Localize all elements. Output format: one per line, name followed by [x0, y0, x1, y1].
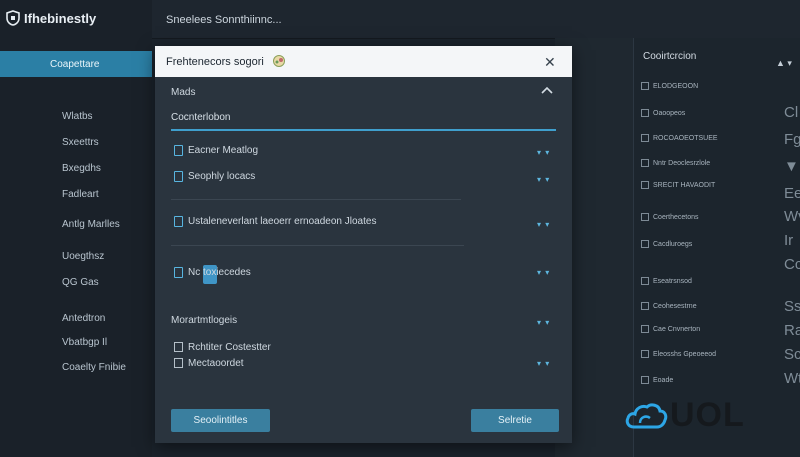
right-panel-row[interactable]: Eoade — [641, 376, 673, 384]
right-panel-row[interactable]: Cacdluroegs — [641, 240, 692, 248]
right-panel-glyph: Ee — [784, 185, 800, 202]
sidebar-item-active[interactable]: Coapettare — [0, 51, 152, 77]
row-chevron-icon[interactable]: ▾ ▾ — [537, 318, 550, 327]
sidebar-item[interactable]: Coaelty Fnibie — [62, 362, 126, 373]
right-panel-row[interactable]: Oaoopeos — [641, 109, 685, 117]
section-heading: Mads — [171, 87, 196, 98]
row-icon — [641, 134, 649, 142]
right-panel-row[interactable]: Nntr Deoclesrzlole — [641, 159, 710, 167]
right-panel-row[interactable]: Eseatrsnsod — [641, 277, 692, 285]
right-panel-row[interactable]: SRECIT HAVAODIT — [641, 181, 715, 189]
list-item-label[interactable]: Eacner Meatlog — [188, 145, 258, 156]
list-item-label[interactable]: Ustaleneverlant laeoerr ernoadeon Jloate… — [188, 216, 376, 227]
right-panel-glyph: Ra — [784, 322, 800, 339]
collapse-chevron-up-icon[interactable] — [541, 86, 553, 94]
row-chevron-icon[interactable]: ▾ ▾ — [537, 359, 550, 368]
shield-logo-icon — [6, 10, 20, 26]
right-panel-glyph: ▼ — [784, 158, 799, 175]
right-panel-glyph: Wt — [784, 370, 800, 387]
dialog-title: Frehtenecors sogori — [166, 56, 264, 68]
row-icon — [641, 159, 649, 167]
right-panel-chevron-icon[interactable]: ▲ ▾ — [776, 58, 792, 69]
right-panel-row[interactable]: Eleosshs Gpeoeeod — [641, 350, 716, 358]
right-panel-glyph: Cl — [784, 104, 799, 121]
sidebar-item[interactable]: Wlatbs — [62, 111, 93, 122]
right-panel-glyph: Ss — [784, 298, 800, 315]
right-panel-row[interactable]: Cae Cnvnerton — [641, 325, 700, 333]
app-brand[interactable]: Ifhebinestly — [6, 10, 96, 26]
watermark: UOL — [624, 396, 745, 435]
right-panel-glyph: Ir — [784, 232, 794, 249]
tab-selected[interactable]: Cocnterlobon — [171, 112, 230, 123]
tab-underline — [171, 129, 556, 131]
right-panel-title: Cooirtcrcion — [643, 51, 697, 62]
list-item-label[interactable]: Mectaoordet — [188, 358, 244, 369]
list-item-label[interactable]: Rchtiter Costestter — [188, 342, 271, 353]
row-icon — [641, 350, 649, 358]
sidebar-item[interactable]: Uoegthsz — [62, 251, 104, 262]
app-name: Ifhebinestly — [24, 10, 97, 26]
sidebar-item[interactable]: QG Gas — [62, 277, 99, 288]
sidebar-item[interactable]: Bxegdhs — [62, 163, 101, 174]
right-panel-glyph: Sc — [784, 346, 800, 363]
row-chevron-icon[interactable]: ▾ ▾ — [537, 148, 550, 157]
row-icon — [641, 277, 649, 285]
primary-button[interactable]: Selretie — [471, 409, 559, 432]
row-icon — [641, 82, 649, 90]
row-icon — [641, 109, 649, 117]
right-panel-row[interactable]: ELODGEOON — [641, 82, 698, 90]
sidebar-item[interactable]: Sxeettrs — [62, 137, 99, 148]
document-icon — [174, 145, 183, 156]
row-icon — [641, 213, 649, 221]
right-panel-glyph: Wv — [784, 208, 800, 225]
close-icon[interactable]: ✕ — [544, 54, 556, 71]
row-icon — [641, 240, 649, 248]
right-panel-glyph: Cc — [784, 256, 800, 273]
secondary-button[interactable]: Seoolintitles — [171, 409, 270, 432]
row-chevron-icon[interactable]: ▾ ▾ — [537, 220, 550, 229]
sidebar-item[interactable]: Antedtron — [62, 313, 105, 324]
right-panel-row[interactable]: ROCOAOEOTSUEE — [641, 134, 718, 142]
divider — [171, 245, 464, 246]
document-icon — [174, 267, 183, 278]
list-item-label[interactable]: Seophly locacs — [188, 171, 255, 182]
row-icon — [641, 181, 649, 189]
list-item-label[interactable]: Nc toxiecedes — [188, 267, 251, 278]
right-panel-row[interactable]: Ceohesestrne — [641, 302, 697, 310]
document-icon — [174, 171, 183, 182]
cloud-logo-icon — [625, 402, 668, 428]
row-icon — [641, 302, 649, 310]
right-panel-row[interactable]: Coerthecetons — [641, 213, 699, 221]
list-icon — [174, 342, 183, 352]
row-icon — [641, 325, 649, 333]
right-panel-glyph: Fg — [784, 131, 800, 148]
watermark-text: UOL — [670, 396, 745, 434]
row-chevron-icon[interactable]: ▾ ▾ — [537, 268, 550, 277]
row-icon — [641, 376, 649, 384]
sidebar-item[interactable]: Antlg Marlles — [62, 219, 120, 230]
divider — [171, 199, 461, 200]
page-title: Sneelees Sonnthiinnc... — [166, 14, 282, 26]
row-chevron-icon[interactable]: ▾ ▾ — [537, 175, 550, 184]
section-heading: Morartmtlogeis — [171, 315, 238, 326]
document-icon — [174, 216, 183, 227]
checkbox-icon[interactable] — [174, 358, 183, 368]
badge-icon — [273, 55, 285, 67]
sidebar-item[interactable]: Fadleart — [62, 189, 99, 200]
sidebar-item[interactable]: Vbatbgp Il — [62, 337, 107, 348]
